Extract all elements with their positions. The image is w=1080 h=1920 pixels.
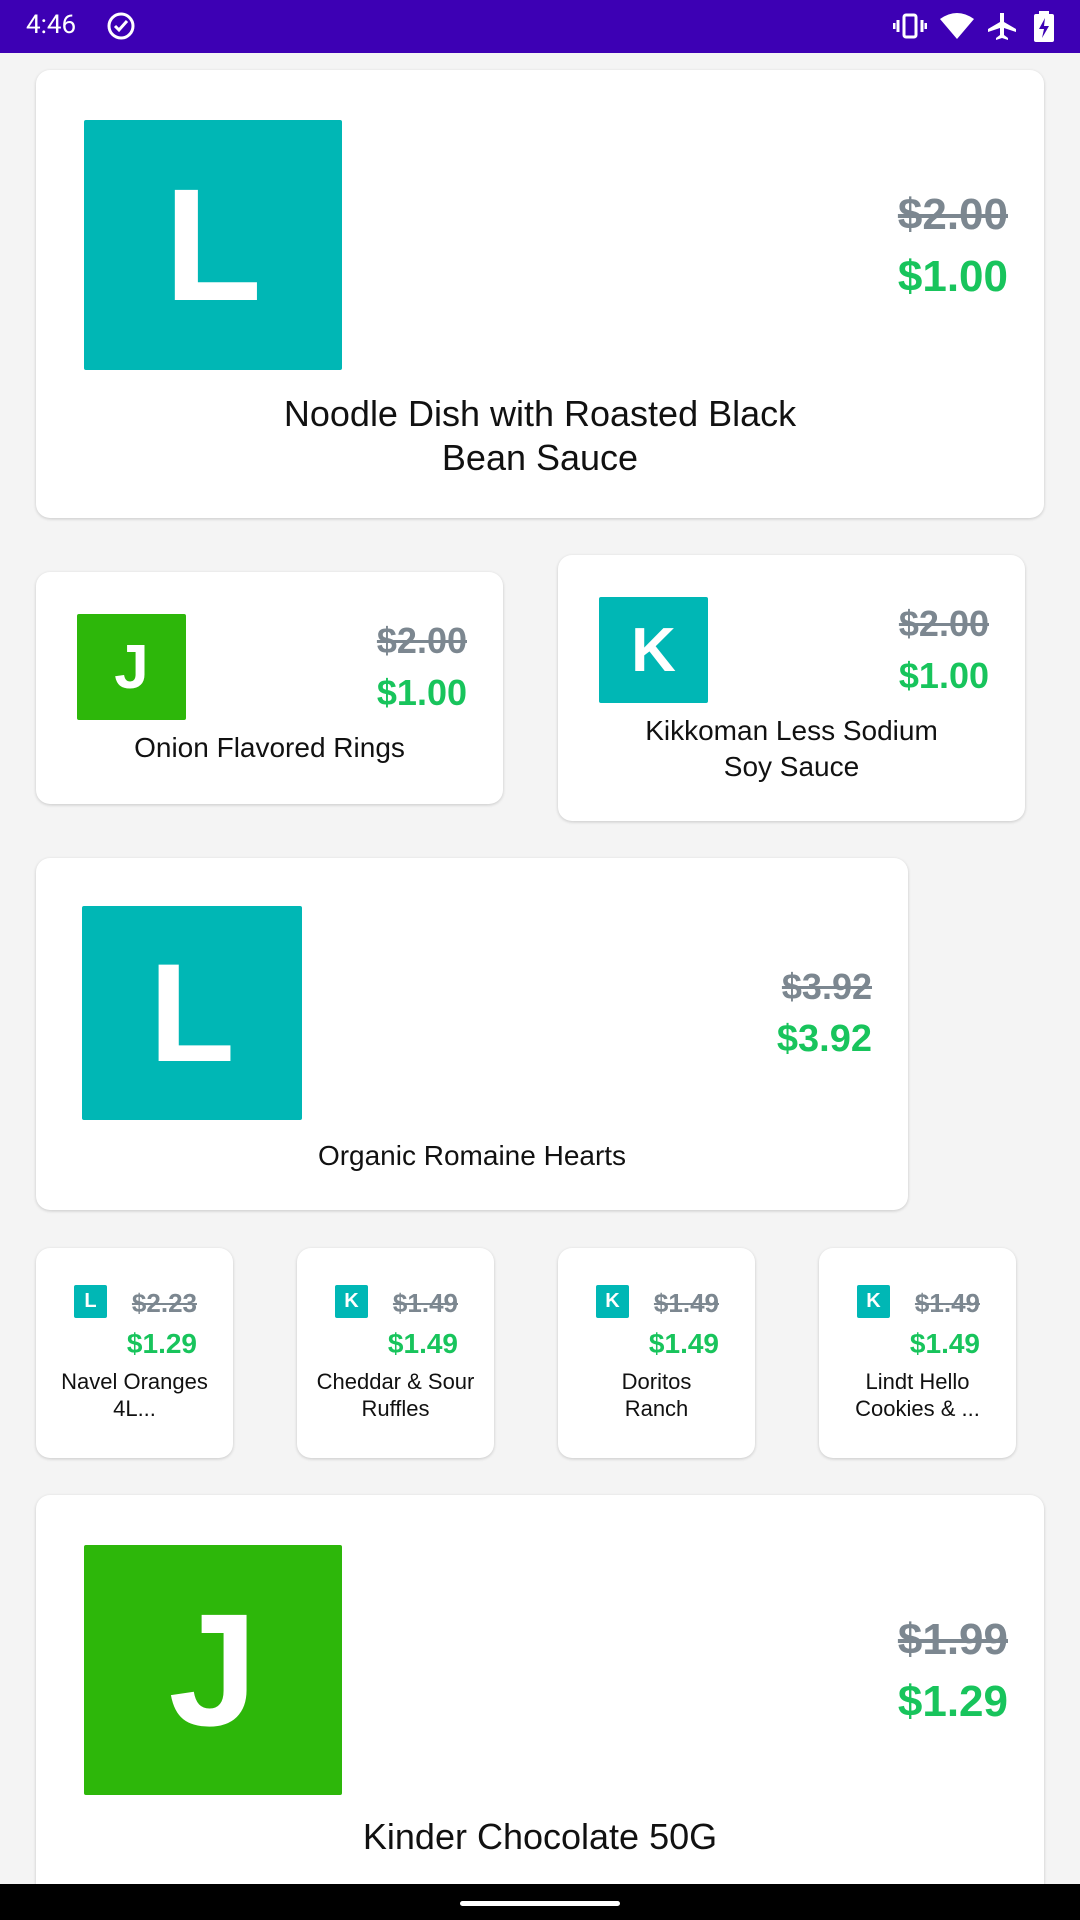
vibrate-icon [892, 11, 928, 45]
sale-price: $1.49 [909, 1328, 980, 1359]
product-letter-tile: L [84, 120, 342, 370]
navigation-bar [0, 1884, 1080, 1920]
product-letter-tile: K [599, 597, 708, 703]
product-letter-tile: J [77, 614, 186, 720]
product-letter-tile: K [596, 1285, 629, 1318]
original-price: $1.49 [914, 1288, 980, 1318]
sale-price: $1.49 [648, 1328, 719, 1359]
check-circle-icon [106, 11, 136, 45]
sale-price: $1.49 [387, 1328, 458, 1359]
product-letter-tile: K [335, 1285, 368, 1318]
original-price: $2.00 [898, 603, 989, 644]
product-name: Doritos Ranch [621, 1369, 692, 1421]
product-name: Navel Oranges 4L... [61, 1369, 208, 1421]
product-card[interactable]: K $2.00 $1.00 Kikkoman Less Sodium Soy S… [558, 555, 1025, 821]
home-gesture-handle[interactable] [460, 1901, 620, 1906]
original-price: $1.99 [897, 1615, 1008, 1664]
product-card[interactable]: L $2.23 $1.29 Navel Oranges 4L... [36, 1248, 233, 1458]
original-price: $1.49 [653, 1288, 719, 1318]
battery-charging-icon [1033, 11, 1055, 47]
status-bar: 4:46 [0, 0, 1080, 53]
product-letter-tile: L [74, 1285, 107, 1318]
sale-price: $3.92 [776, 1018, 872, 1060]
product-name: Cheddar & Sour Ruffles [316, 1369, 475, 1421]
product-name: Kikkoman Less Sodium Soy Sauce [645, 715, 938, 782]
sale-price: $1.29 [897, 1677, 1008, 1726]
sale-price: $1.29 [126, 1328, 197, 1359]
product-letter-tile: J [84, 1545, 342, 1795]
original-price: $3.92 [781, 966, 872, 1007]
product-name: Noodle Dish with Roasted Black Bean Sauc… [283, 393, 797, 478]
product-name: Onion Flavored Rings [134, 732, 405, 763]
sale-price: $1.00 [898, 655, 989, 696]
sale-price: $1.00 [376, 672, 467, 713]
product-card[interactable]: L $3.92 $3.92 Organic Romaine Hearts [36, 858, 908, 1210]
product-card[interactable]: K $1.49 $1.49 Cheddar & Sour Ruffles [297, 1248, 494, 1458]
product-name: Organic Romaine Hearts [317, 1140, 627, 1171]
original-price: $2.23 [131, 1288, 197, 1318]
product-name: Kinder Chocolate 50G [362, 1816, 718, 1857]
product-card[interactable]: J $1.99 $1.29 Kinder Chocolate 50G [36, 1495, 1044, 1915]
product-letter-tile: K [857, 1285, 890, 1318]
sale-price: $1.00 [897, 252, 1008, 301]
original-price: $1.49 [392, 1288, 458, 1318]
original-price: $2.00 [376, 620, 467, 661]
product-name: Lindt Hello Cookies & ... [855, 1369, 980, 1421]
product-card[interactable]: J $2.00 $1.00 Onion Flavored Rings [36, 572, 503, 804]
airplane-icon [987, 11, 1017, 45]
wifi-icon [939, 11, 975, 45]
product-card[interactable]: K $1.49 $1.49 Doritos Ranch [558, 1248, 755, 1458]
original-price: $2.00 [897, 190, 1008, 239]
product-card[interactable]: K $1.49 $1.49 Lindt Hello Cookies & ... [819, 1248, 1016, 1458]
product-letter-tile: L [82, 906, 302, 1120]
status-time: 4:46 [26, 10, 77, 40]
product-card[interactable]: L $2.00 $1.00 Noodle Dish with Roasted B… [36, 70, 1044, 518]
